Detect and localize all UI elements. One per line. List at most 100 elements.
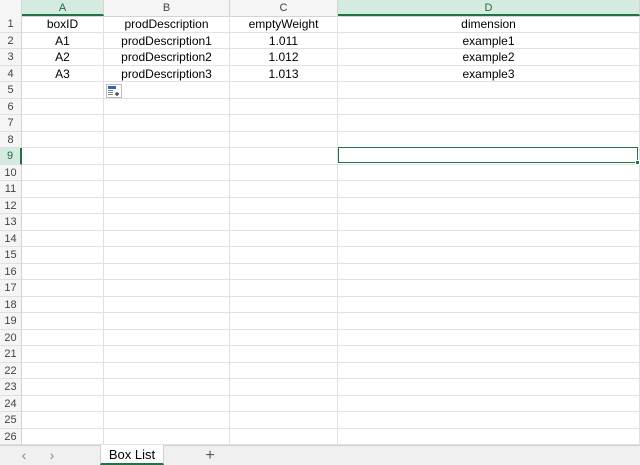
cell-d9[interactable]	[338, 148, 640, 165]
cell-d23[interactable]	[338, 379, 640, 396]
row-header[interactable]: 2	[0, 32, 22, 49]
cell-a26[interactable]	[22, 428, 104, 445]
chevron-left-icon[interactable]: ‹	[14, 447, 34, 464]
cell-a9[interactable]	[22, 148, 104, 165]
cell-c18[interactable]	[230, 296, 338, 313]
cell-b3[interactable]: prodDescription2	[104, 49, 230, 66]
cell-b5[interactable]	[104, 82, 230, 99]
row-header[interactable]: 13	[0, 214, 22, 231]
cell-a6[interactable]	[22, 98, 104, 115]
row-header[interactable]: 9	[0, 148, 22, 165]
cell-c8[interactable]	[230, 131, 338, 148]
row-header[interactable]: 22	[0, 362, 22, 379]
cell-c13[interactable]	[230, 214, 338, 231]
cell-d19[interactable]	[338, 313, 640, 330]
cell-d17[interactable]	[338, 280, 640, 297]
cell-b2[interactable]: prodDescription1	[104, 32, 230, 49]
cell-b4[interactable]: prodDescription3	[104, 65, 230, 82]
cell-d10[interactable]	[338, 164, 640, 181]
row-header[interactable]: 7	[0, 115, 22, 132]
fill-handle[interactable]	[635, 160, 640, 165]
cell-a24[interactable]	[22, 395, 104, 412]
cell-c16[interactable]	[230, 263, 338, 280]
row-header[interactable]: 3	[0, 49, 22, 66]
cell-b11[interactable]	[104, 181, 230, 198]
cell-a13[interactable]	[22, 214, 104, 231]
cell-d21[interactable]	[338, 346, 640, 363]
cell-c19[interactable]	[230, 313, 338, 330]
row-header[interactable]: 11	[0, 181, 22, 198]
cell-d12[interactable]	[338, 197, 640, 214]
cell-a14[interactable]	[22, 230, 104, 247]
cell-c22[interactable]	[230, 362, 338, 379]
cell-c10[interactable]	[230, 164, 338, 181]
row-header[interactable]: 15	[0, 247, 22, 264]
cell-a22[interactable]	[22, 362, 104, 379]
row-header[interactable]: 24	[0, 395, 22, 412]
row-header[interactable]: 19	[0, 313, 22, 330]
cell-b20[interactable]	[104, 329, 230, 346]
cell-b14[interactable]	[104, 230, 230, 247]
cell-a16[interactable]	[22, 263, 104, 280]
row-header[interactable]: 16	[0, 263, 22, 280]
cell-a15[interactable]	[22, 247, 104, 264]
cell-c15[interactable]	[230, 247, 338, 264]
cell-a1[interactable]: boxID	[22, 16, 104, 33]
cell-d14[interactable]	[338, 230, 640, 247]
row-header[interactable]: 25	[0, 412, 22, 429]
cell-a2[interactable]: A1	[22, 32, 104, 49]
cell-a7[interactable]	[22, 115, 104, 132]
sheet-tab-box-list[interactable]: Box List	[100, 445, 164, 465]
cell-a4[interactable]: A3	[22, 65, 104, 82]
row-header[interactable]: 21	[0, 346, 22, 363]
cell-c26[interactable]	[230, 428, 338, 445]
cell-b9[interactable]	[104, 148, 230, 165]
cell-b1[interactable]: prodDescription	[104, 16, 230, 33]
cell-a18[interactable]	[22, 296, 104, 313]
cell-b18[interactable]	[104, 296, 230, 313]
row-header[interactable]: 20	[0, 329, 22, 346]
cell-c20[interactable]	[230, 329, 338, 346]
cell-c2[interactable]: 1.011	[230, 32, 338, 49]
cell-d11[interactable]	[338, 181, 640, 198]
cell-a20[interactable]	[22, 329, 104, 346]
cell-a12[interactable]	[22, 197, 104, 214]
row-header[interactable]: 5	[0, 82, 22, 99]
plus-icon[interactable]: +	[200, 446, 220, 465]
row-header[interactable]: 14	[0, 230, 22, 247]
cell-b6[interactable]	[104, 98, 230, 115]
cell-c6[interactable]	[230, 98, 338, 115]
cell-c4[interactable]: 1.013	[230, 65, 338, 82]
row-header[interactable]: 10	[0, 164, 22, 181]
cell-d13[interactable]	[338, 214, 640, 231]
row-header[interactable]: 26	[0, 428, 22, 445]
select-all-corner[interactable]	[0, 0, 22, 16]
row-header[interactable]: 1	[0, 16, 22, 33]
cell-b10[interactable]	[104, 164, 230, 181]
cell-a11[interactable]	[22, 181, 104, 198]
cell-c24[interactable]	[230, 395, 338, 412]
row-header[interactable]: 12	[0, 197, 22, 214]
cell-d3[interactable]: example2	[338, 49, 640, 66]
cell-c23[interactable]	[230, 379, 338, 396]
cell-a5[interactable]	[22, 82, 104, 99]
cell-b7[interactable]	[104, 115, 230, 132]
cell-c7[interactable]	[230, 115, 338, 132]
cell-c5[interactable]	[230, 82, 338, 99]
cell-b16[interactable]	[104, 263, 230, 280]
cell-c3[interactable]: 1.012	[230, 49, 338, 66]
column-header-b[interactable]: B	[104, 0, 230, 16]
cell-b26[interactable]	[104, 428, 230, 445]
cell-b12[interactable]	[104, 197, 230, 214]
cell-d22[interactable]	[338, 362, 640, 379]
row-header[interactable]: 18	[0, 296, 22, 313]
cell-a8[interactable]	[22, 131, 104, 148]
cell-c21[interactable]	[230, 346, 338, 363]
cell-c9[interactable]	[230, 148, 338, 165]
cell-d25[interactable]	[338, 412, 640, 429]
column-header-a[interactable]: A	[22, 0, 104, 16]
cell-b15[interactable]	[104, 247, 230, 264]
column-header-d[interactable]: D	[338, 0, 640, 16]
chevron-right-icon[interactable]: ›	[42, 447, 62, 464]
cell-c17[interactable]	[230, 280, 338, 297]
